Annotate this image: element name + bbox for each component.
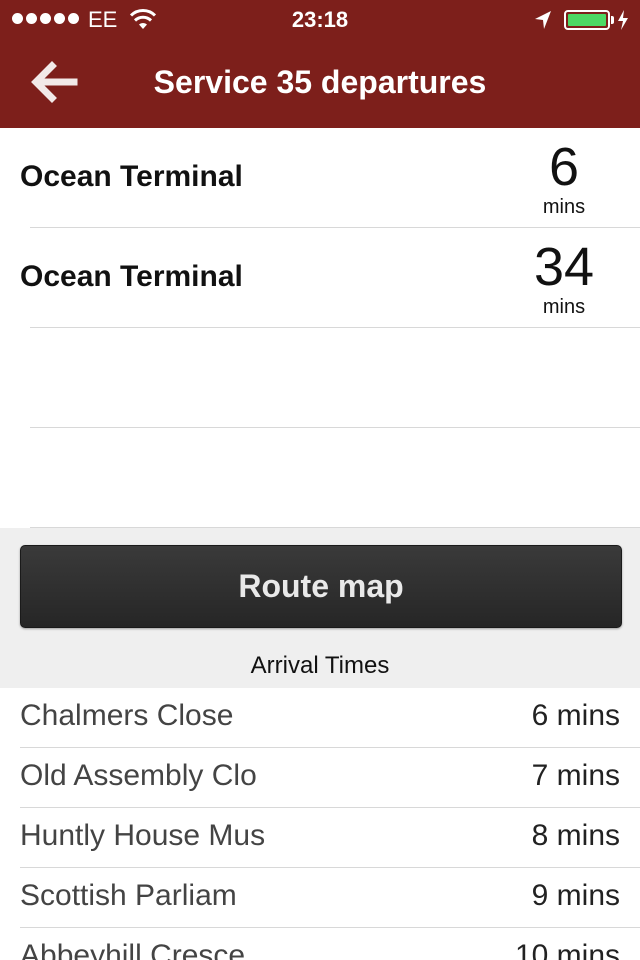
departure-row[interactable]: Ocean Terminal 6 mins xyxy=(0,128,640,228)
departure-time: 6 mins xyxy=(504,138,624,218)
route-map-button[interactable]: Route map xyxy=(20,545,622,628)
departure-minutes: 6 xyxy=(548,137,580,197)
navigation-bar: Service 35 departures xyxy=(0,40,640,128)
arrival-time: 6 mins xyxy=(531,699,620,732)
arrival-row[interactable]: Old Assembly Clo 7 mins xyxy=(0,748,640,808)
arrival-time: 10 mins xyxy=(514,939,620,960)
departure-unit: mins xyxy=(542,296,586,318)
arrival-row[interactable]: Abbeyhill Cresce 10 mins xyxy=(0,928,640,960)
departure-minutes: 34 xyxy=(533,237,595,297)
arrival-time: 9 mins xyxy=(531,879,620,912)
battery-fill xyxy=(568,14,606,26)
charging-bolt-icon xyxy=(618,10,628,30)
header: EE 23:18 Service 35 departures xyxy=(0,0,640,128)
battery-icon xyxy=(564,10,610,30)
arrival-stop-name: Abbeyhill Cresce xyxy=(20,939,246,960)
arrival-stop-name: Chalmers Close xyxy=(20,699,234,732)
arrival-row[interactable]: Chalmers Close 6 mins xyxy=(0,688,640,748)
arrival-times-list: Chalmers Close 6 mins Old Assembly Clo 7… xyxy=(0,688,640,960)
arrival-time: 8 mins xyxy=(531,819,620,852)
arrival-row[interactable]: Scottish Parliam 9 mins xyxy=(0,868,640,928)
arrival-stop-name: Old Assembly Clo xyxy=(20,759,257,792)
page-title: Service 35 departures xyxy=(153,64,487,100)
arrival-time: 7 mins xyxy=(531,759,620,792)
departures-list: Ocean Terminal 6 mins Ocean Terminal 34 … xyxy=(0,128,640,528)
arrival-times-heading: Arrival Times xyxy=(250,652,390,679)
departure-row-empty xyxy=(0,428,640,528)
arrival-stop-name: Huntly House Mus xyxy=(20,819,266,852)
battery-cap xyxy=(611,16,614,24)
departure-destination: Ocean Terminal xyxy=(20,260,243,293)
app-screen: EE 23:18 Service 35 departures Ocean Ter… xyxy=(0,0,640,960)
arrival-stop-name: Scottish Parliam xyxy=(20,879,237,912)
departure-row-empty xyxy=(0,328,640,428)
departure-unit: mins xyxy=(542,196,586,218)
location-arrow-icon xyxy=(535,11,551,29)
status-bar: EE 23:18 xyxy=(0,0,640,40)
departure-time: 34 mins xyxy=(504,238,624,318)
departure-row[interactable]: Ocean Terminal 34 mins xyxy=(0,228,640,328)
departure-destination: Ocean Terminal xyxy=(20,160,243,193)
arrival-row[interactable]: Huntly House Mus 8 mins xyxy=(0,808,640,868)
route-section: Route map Arrival Times xyxy=(0,528,640,688)
